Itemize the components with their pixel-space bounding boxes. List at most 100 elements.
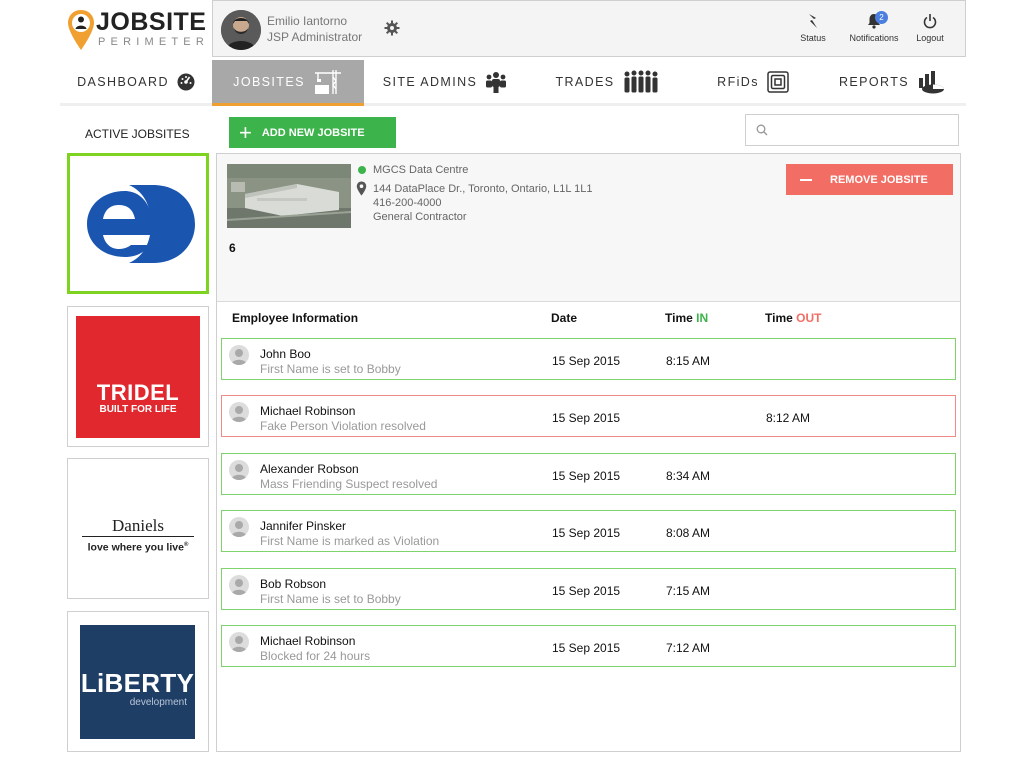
workers-icon bbox=[624, 70, 658, 92]
jobsite-card-daniels[interactable]: Daniels love where you live® bbox=[67, 458, 209, 599]
status-icon bbox=[809, 14, 817, 28]
header-time-in-prefix: Time bbox=[665, 311, 693, 325]
crane-icon bbox=[314, 69, 341, 94]
nav-trades-label: TRADES bbox=[555, 74, 615, 89]
reports-icon bbox=[919, 70, 944, 93]
daniels-logo: Daniels love where you live® bbox=[68, 517, 208, 554]
gear-icon[interactable] bbox=[384, 20, 400, 36]
employee-note: First Name is set to Bobby bbox=[260, 362, 401, 376]
site-photo[interactable] bbox=[227, 164, 351, 228]
user-name: Emilio Iantorno bbox=[267, 14, 348, 28]
row-time-in: 8:08 AM bbox=[666, 526, 711, 540]
notification-count-badge: 2 bbox=[875, 11, 888, 24]
nav-reports-label: REPORTS bbox=[839, 74, 909, 89]
employee-count: 6 bbox=[229, 241, 236, 255]
main-nav: DASHBOARD JOBSITES SITE ADMINS TRADES RF… bbox=[60, 60, 966, 106]
rfid-icon bbox=[767, 70, 789, 93]
nav-trades[interactable]: TRADES bbox=[526, 60, 688, 103]
row-time-in: 8:15 AM bbox=[666, 354, 711, 368]
row-time-in: 8:34 AM bbox=[666, 469, 711, 483]
logout-label: Logout bbox=[916, 33, 944, 43]
daniels-trademark: ® bbox=[183, 542, 189, 548]
employee-name: Bob Robson bbox=[260, 577, 327, 591]
status-label: Status bbox=[800, 33, 826, 43]
header-out-label: OUT bbox=[796, 311, 822, 325]
employee-avatar-icon bbox=[229, 402, 249, 422]
brand-tagline: PERIMETER bbox=[98, 36, 209, 48]
row-date: 15 Sep 2015 bbox=[552, 526, 621, 540]
employee-note: Blocked for 24 hours bbox=[260, 649, 371, 663]
employee-name: Michael Robinson bbox=[260, 634, 356, 648]
tridel-tagline: BUILT FOR LIFE bbox=[99, 404, 177, 415]
liberty-tagline: development bbox=[129, 697, 187, 708]
nav-jobsites-label: JOBSITES bbox=[233, 74, 305, 89]
header-date: Date bbox=[551, 311, 578, 325]
search-box[interactable] bbox=[745, 114, 959, 146]
row-time-in: 7:15 AM bbox=[666, 584, 711, 598]
power-icon bbox=[923, 14, 937, 29]
nav-dashboard[interactable]: DASHBOARD bbox=[60, 60, 212, 103]
tridel-logo-text: TRIDEL bbox=[96, 380, 180, 405]
add-new-jobsite-label: ADD NEW JOBSITE bbox=[261, 126, 365, 139]
row-date: 15 Sep 2015 bbox=[552, 469, 621, 483]
logo-pin-icon bbox=[68, 10, 94, 50]
jobsite-card-liberty[interactable]: LiBERTY development bbox=[67, 611, 209, 752]
search-input[interactable] bbox=[774, 120, 954, 140]
header-time-in: Time IN bbox=[665, 311, 708, 325]
active-jobsites-heading: ACTIVE JOBSITES bbox=[85, 127, 190, 141]
status-button[interactable]: Status bbox=[778, 13, 848, 49]
minus-icon bbox=[800, 178, 812, 181]
nav-rfids[interactable]: RFiDs bbox=[688, 60, 818, 103]
site-address: 144 DataPlace Dr., Toronto, Ontario, L1L… bbox=[373, 183, 593, 195]
employee-name: Jannifer Pinsker bbox=[260, 519, 347, 533]
row-date: 15 Sep 2015 bbox=[552, 641, 621, 655]
site-status-dot bbox=[358, 166, 366, 174]
daniels-tagline: love where you live bbox=[87, 541, 184, 554]
liberty-logo: LiBERTY development bbox=[80, 625, 195, 739]
daniels-divider bbox=[82, 536, 194, 537]
header-time-out: Time OUT bbox=[765, 311, 821, 325]
employee-avatar-icon bbox=[229, 345, 249, 365]
header-employee-information: Employee Information bbox=[232, 311, 359, 325]
search-icon bbox=[756, 124, 768, 136]
remove-jobsite-button[interactable]: REMOVE JOBSITE bbox=[786, 164, 953, 195]
nav-jobsites[interactable]: JOBSITES bbox=[212, 60, 364, 106]
tridel-logo: TRIDEL BUILT FOR LIFE bbox=[76, 316, 200, 438]
nav-dashboard-label: DASHBOARD bbox=[77, 74, 169, 89]
employee-note: First Name is set to Bobby bbox=[260, 592, 401, 606]
logout-button[interactable]: Logout bbox=[895, 13, 965, 49]
user-role: JSP Administrator bbox=[267, 30, 363, 44]
employee-avatar-icon bbox=[229, 460, 249, 480]
employee-name: Michael Robinson bbox=[260, 404, 356, 418]
employee-note: Fake Person Violation resolved bbox=[260, 419, 426, 433]
brand-name: JOBSITE bbox=[96, 8, 207, 36]
user-bar: Emilio Iantorno JSP Administrator Status… bbox=[212, 0, 966, 57]
plus-icon: + bbox=[239, 119, 252, 145]
site-name: MGCS Data Centre bbox=[373, 164, 469, 176]
jobsite-card-tridel[interactable]: TRIDEL BUILT FOR LIFE bbox=[67, 306, 209, 447]
gauge-icon bbox=[177, 73, 195, 90]
table-row[interactable]: Alexander Robson Mass Friending Suspect r… bbox=[221, 453, 956, 495]
jobsite-perimeter-logo[interactable]: JOBSITE PERIMETER bbox=[66, 8, 208, 52]
ed-logo bbox=[87, 185, 195, 263]
jobsite-card-ed[interactable] bbox=[67, 153, 209, 294]
site-info-section: MGCS Data Centre 144 DataPlace Dr., Toro… bbox=[217, 154, 960, 302]
row-date: 15 Sep 2015 bbox=[552, 584, 621, 598]
add-new-jobsite-button[interactable]: + ADD NEW JOBSITE bbox=[229, 117, 396, 148]
header-in-label: IN bbox=[696, 311, 709, 325]
nav-site-admins[interactable]: SITE ADMINS bbox=[364, 60, 526, 103]
employee-note: Mass Friending Suspect resolved bbox=[260, 477, 438, 491]
employee-name: John Boo bbox=[260, 347, 311, 361]
employee-note: First Name is marked as Violation bbox=[260, 534, 440, 548]
table-row[interactable]: John Boo First Name is set to Bobby 15 Sep… bbox=[221, 338, 956, 380]
table-row[interactable]: Michael Robinson Blocked for 24 hours 15 S… bbox=[221, 625, 956, 667]
user-avatar[interactable] bbox=[221, 10, 261, 50]
site-phone: 416-200-4000 bbox=[373, 197, 442, 209]
table-row[interactable]: Jannifer Pinsker First Name is marked as … bbox=[221, 510, 956, 552]
table-row[interactable]: Michael Robinson Fake Person Violation re… bbox=[221, 395, 956, 437]
table-row[interactable]: Bob Robson First Name is set to Bobby 15 S… bbox=[221, 568, 956, 610]
site-type: General Contractor bbox=[373, 211, 467, 223]
employee-name: Alexander Robson bbox=[260, 462, 359, 476]
admins-icon bbox=[486, 71, 507, 93]
nav-reports[interactable]: REPORTS bbox=[818, 60, 966, 103]
